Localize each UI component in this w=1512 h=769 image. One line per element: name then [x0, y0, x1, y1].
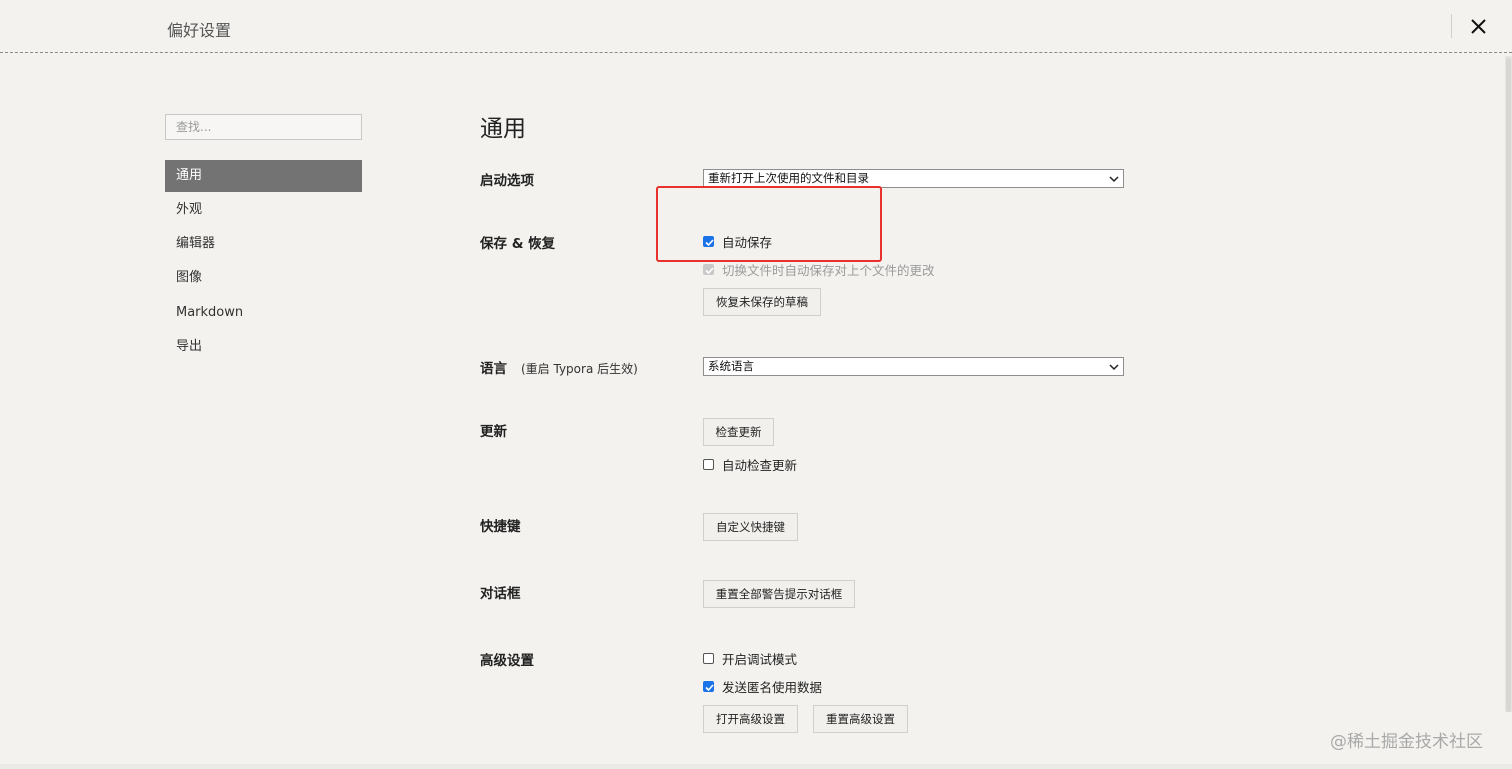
send-usage-label: 发送匿名使用数据 — [722, 679, 823, 695]
update-label: 更新 — [480, 424, 507, 440]
save-on-switch-label: 切换文件时自动保存对上个文件的更改 — [722, 262, 935, 278]
language-label: 语言 (重启 Typora 后生效) — [480, 357, 638, 377]
language-note: (重启 Typora 后生效) — [521, 362, 638, 376]
language-label-text: 语言 — [480, 361, 507, 377]
send-usage-checkbox[interactable] — [703, 680, 714, 692]
sidebar-item-label: 外观 — [176, 202, 203, 217]
dialogs-label: 对话框 — [480, 586, 521, 602]
customize-shortcuts-button[interactable]: 自定义快捷键 — [703, 513, 798, 541]
sidebar-item-image[interactable]: 图像 — [165, 262, 362, 294]
auto-check-label: 自动检查更新 — [722, 457, 798, 473]
language-select[interactable]: 系统语言 — [703, 357, 1124, 376]
reset-advanced-button[interactable]: 重置高级设置 — [813, 705, 908, 733]
startup-select-value: 重新打开上次使用的文件和目录 — [708, 171, 869, 185]
scrollbar-thumb[interactable] — [1506, 58, 1511, 712]
shortcuts-label: 快捷键 — [480, 519, 521, 535]
titlebar-divider — [1451, 14, 1452, 38]
auto-check-checkbox[interactable] — [703, 458, 714, 470]
chevron-down-icon — [1109, 176, 1119, 183]
sidebar-item-appearance[interactable]: 外观 — [165, 194, 362, 226]
restore-drafts-button[interactable]: 恢复未保存的草稿 — [703, 288, 821, 316]
save-restore-label: 保存 & 恢复 — [480, 236, 556, 252]
open-advanced-button[interactable]: 打开高级设置 — [703, 705, 798, 733]
check-update-button[interactable]: 检查更新 — [703, 418, 774, 446]
sidebar-item-label: 通用 — [176, 168, 203, 183]
advanced-label: 高级设置 — [480, 653, 534, 669]
chevron-down-icon — [1109, 364, 1119, 371]
sidebar-item-markdown[interactable]: Markdown — [165, 297, 362, 329]
startup-label: 启动选项 — [480, 173, 534, 189]
sidebar-item-label: Markdown — [176, 305, 244, 320]
sidebar-item-label: 导出 — [176, 339, 203, 354]
sidebar-item-general[interactable]: 通用 — [165, 160, 362, 192]
debug-mode-label: 开启调试模式 — [722, 651, 798, 667]
send-usage-option: 发送匿名使用数据 — [703, 677, 822, 695]
reset-dialogs-button[interactable]: 重置全部警告提示对话框 — [703, 580, 855, 608]
save-on-switch-option: 切换文件时自动保存对上个文件的更改 — [703, 260, 935, 278]
window-title: 偏好设置 — [167, 21, 232, 40]
sidebar-item-editor[interactable]: 编辑器 — [165, 228, 362, 260]
title-bar: 偏好设置 — [0, 0, 1512, 53]
highlight-annotation — [656, 186, 882, 262]
save-on-switch-checkbox — [703, 263, 714, 275]
sidebar-item-label: 图像 — [176, 270, 203, 285]
bottom-strip — [0, 764, 1512, 769]
close-button[interactable] — [1466, 14, 1492, 40]
auto-check-option: 自动检查更新 — [703, 455, 797, 473]
debug-mode-checkbox[interactable] — [703, 652, 714, 664]
language-select-value: 系统语言 — [708, 359, 754, 373]
watermark: @稀土掘金技术社区 — [1330, 732, 1483, 752]
debug-mode-option: 开启调试模式 — [703, 649, 797, 667]
search-input[interactable] — [165, 114, 362, 140]
page-title: 通用 — [480, 116, 526, 142]
sidebar-item-export[interactable]: 导出 — [165, 331, 362, 363]
close-icon — [1471, 19, 1486, 34]
sidebar-item-label: 编辑器 — [176, 236, 216, 251]
